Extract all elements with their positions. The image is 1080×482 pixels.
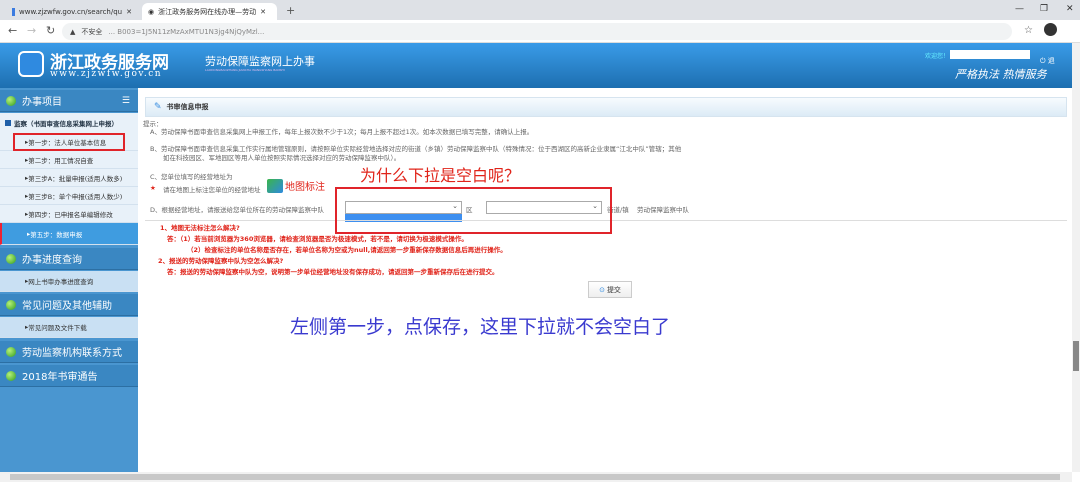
site-icon [12,7,15,16]
sidebar-faq-download[interactable]: ▸ 常见问题及文件下载 [0,317,138,338]
panel-header: ✎ 书审信息申报 [145,97,1067,117]
map-hint: 请在地图上标注您单位的经营地址 [163,186,261,194]
green-ball-icon [6,96,16,106]
slogan: 严格执法 热情服务 [955,68,1047,81]
map-icon [267,178,283,193]
scrollbar-thumb[interactable] [10,474,1060,480]
annotation-answer: 左侧第一步，点保存，这里下拉就不会空白了 [290,316,671,338]
close-window-button[interactable]: ✕ [1066,4,1074,14]
team-suffix: 劳动保障监察中队 [637,206,689,214]
back-icon[interactable]: ← [8,24,17,37]
highlight-box [13,133,125,151]
warning-icon: ▲ [70,27,76,36]
address-bar-row: ← → ↻ ▲ 不安全... B003=1J5N11zMzAxMTU1N3jg4N… [0,20,1080,43]
username-redacted [950,50,1030,59]
scrollbar-thumb[interactable] [1073,341,1079,371]
system-title: 劳动保障监察网上办事 [205,55,315,68]
sidebar-step-2[interactable]: ▸ 第二步：用工情况自查 [0,151,138,169]
hint-d: D、根据经营地址，请报送给您单位所在的劳动保障监察中队 [150,206,325,214]
sidebar-section-contacts[interactable]: 劳动监察机构联系方式 [0,341,138,363]
forward-icon[interactable]: → [27,24,36,37]
reload-icon[interactable]: ↻ [46,24,55,37]
site-logo-icon [18,51,44,77]
browser-tab-active[interactable]: ◉ 浙江政务服务网在线办理—劳动 ✕ [142,3,277,20]
annotation-box [335,187,612,234]
annotation-question: 为什么下拉是空白呢？ [360,166,521,185]
sidebar-section-notice[interactable]: 2018年书审通告 [0,365,138,387]
green-ball-icon [6,300,16,310]
close-tab-icon[interactable]: ✕ [260,8,266,16]
sidebar-step-3a[interactable]: ▸ 第三步A：批量申报(适用人数多) [0,169,138,187]
required-star: ★ [150,184,156,192]
bookmark-star-icon[interactable]: ☆ [1024,25,1033,36]
green-ball-icon [6,347,16,357]
sidebar-step-4[interactable]: ▸ 第四步：已申报名单编辑修改 [0,205,138,223]
close-tab-icon[interactable]: ✕ [126,8,132,16]
edit-icon: ✎ [154,102,162,112]
site-header: 浙江政务服务网 www.zjzwfw.gov.cn 劳动保障监察网上办事 LAO… [0,43,1072,88]
faq-question-2: 2、报送的劳动保障监察中队为空怎么解决? [158,257,284,265]
sidebar-section-items[interactable]: 办事项目 ☰ [0,90,138,112]
new-tab-button[interactable]: + [286,4,295,17]
menu-icon[interactable]: ☰ [122,96,130,106]
submit-button[interactable]: ⊙ 提交 [588,281,632,298]
sidebar-step-5[interactable]: ▸ 第五步：数据申报 [0,223,138,245]
sidebar: 办事项目 ☰ 监察（书面审查信息采集网上申报） ▸ 第一步：法人单位基本信息 ▸ … [0,88,138,472]
faq-answer-2: 答：报送的劳动保障监察中队为空，说明第一步单位经营地址没有保存成功，请返回第一步… [167,268,499,276]
green-ball-icon [6,371,16,381]
globe-icon: ◉ [148,7,155,16]
vertical-scrollbar[interactable] [1072,43,1080,472]
sidebar-progress-query[interactable]: ▸ 网上书审办事进度查询 [0,271,138,292]
sidebar-step-3b[interactable]: ▸ 第三步B：单个申报(适用人数少) [0,187,138,205]
profile-icon[interactable] [1044,23,1057,36]
browser-tab-bar: www.zjzwfw.gov.cn/search/qu ✕ ◉ 浙江政务服务网在线办… [0,0,1080,20]
faq-answer-1a: 答：（1）若当前浏览器为360浏览器，请检查浏览器是否为极速模式，若不是，请切换… [167,235,468,243]
faq-answer-1b: （2）检查标注的单位名称是否存在，若单位名称为空或为null,请返回第一步重新保… [187,246,507,254]
url-input[interactable]: ▲ 不安全... B003=1J5N11zMzAxMTU1N3jg4NjQyMzl… [62,23,1012,40]
square-icon [5,120,11,126]
logo-url: www.zjzwfw.gov.cn [50,69,163,79]
horizontal-scrollbar[interactable] [0,472,1072,482]
hint-a: A、劳动保障书面审查信息采集网上申报工作，每年上报次数不少于1次；每月上报不超过… [150,128,534,136]
welcome-text: 欢迎您！ [925,53,950,60]
check-circle-icon: ⊙ [599,285,605,294]
map-mark-link[interactable]: 地图标注 [267,178,325,193]
system-subtitle: LAODONGBAOZHANG JIANCHA WANGSHANG BANSHI [205,68,285,72]
sidebar-section-progress[interactable]: 办事进度查询 [0,248,138,270]
logout-link[interactable]: ⏻ 退 [1040,56,1055,66]
restore-button[interactable]: ❐ [1040,4,1048,14]
green-ball-icon [6,254,16,264]
browser-tab[interactable]: www.zjzwfw.gov.cn/search/qu ✕ [6,3,138,20]
sidebar-section-faq[interactable]: 常见问题及其他辅助 [0,294,138,316]
hint-c: C、您单位填写的经营地址为 [150,173,233,181]
minimize-button[interactable]: — [1015,4,1024,14]
sidebar-group[interactable]: 监察（书面审查信息采集网上申报） [0,113,138,133]
faq-question-1: 1、地图无法标注怎么解决? [160,224,240,232]
hint-b-cont: 如在科技园区、军地园区等用人单位按照实际情况选择对应的劳动保障监察中队）。 [163,154,401,162]
